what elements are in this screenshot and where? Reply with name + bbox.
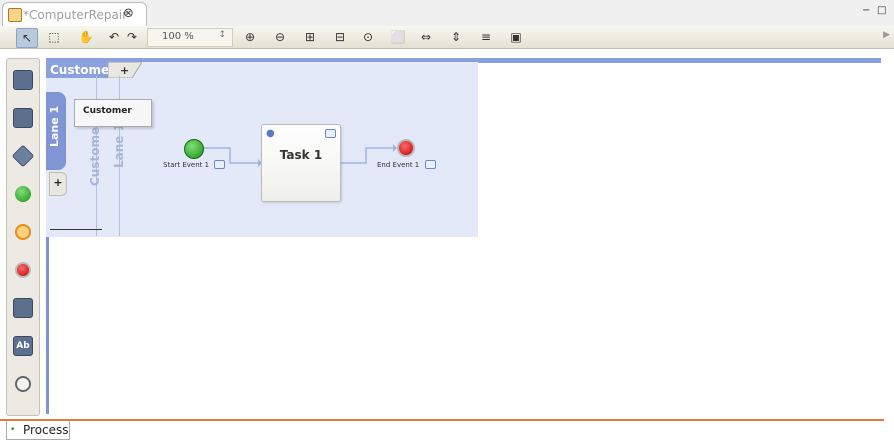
subprocess-tool-icon xyxy=(13,298,33,318)
lane-add-button[interactable]: + xyxy=(49,172,67,196)
end-event-tool[interactable] xyxy=(10,257,36,283)
start-event-tool-icon xyxy=(15,186,31,202)
tool-palette: Ab xyxy=(6,58,40,416)
distribute-horizontal-button[interactable]: ⇔ xyxy=(416,28,436,46)
zoom-fit-icon: ⊞ xyxy=(304,30,316,44)
pan-tool-button[interactable]: ✋ xyxy=(76,28,96,46)
vertical-lane-text: Lane 1 xyxy=(112,123,126,168)
pool-add-icon[interactable]: + xyxy=(108,62,142,78)
distribute-horizontal-icon: ⇔ xyxy=(420,30,432,44)
reset-view-icon: ⬜ xyxy=(390,30,406,44)
gateway-tool[interactable] xyxy=(10,143,36,169)
lane-label: Lane 1 xyxy=(48,105,61,147)
zoom-value: 100 % xyxy=(162,31,194,42)
zoom-selection-icon: ⊙ xyxy=(362,30,374,44)
zoom-page-button[interactable]: ⊟ xyxy=(330,28,350,46)
timer-event-tool[interactable] xyxy=(10,371,36,397)
zoom-spinner[interactable]: 100 % ↕ xyxy=(147,28,233,47)
undo-button[interactable]: ↶ xyxy=(104,28,124,46)
zoom-in-button[interactable]: ⊕ xyxy=(240,28,260,46)
marquee-tool-button[interactable]: ⬚ xyxy=(44,28,64,46)
pool-label[interactable]: Customer xyxy=(46,62,115,78)
end-event[interactable] xyxy=(397,139,415,157)
subprocess-tool[interactable] xyxy=(10,295,36,321)
undo-icon: ↶ xyxy=(108,30,120,44)
process-file-icon xyxy=(8,8,22,22)
timer-event-tool-icon xyxy=(15,376,31,392)
zoom-fit-button[interactable]: ⊞ xyxy=(300,28,320,46)
distribute-vertical-button[interactable]: ⇕ xyxy=(446,28,466,46)
text-annotation-tool-icon: Ab xyxy=(13,336,33,356)
editor-tab-title: *ComputerRepair xyxy=(23,8,128,22)
comment-icon[interactable] xyxy=(214,160,225,169)
start-event-tool[interactable] xyxy=(10,181,36,207)
message-event-tool[interactable] xyxy=(10,219,36,245)
vertical-pool-text: Customer xyxy=(88,120,102,186)
lane-tool[interactable] xyxy=(10,105,36,131)
select-tool-icon: ↖ xyxy=(21,31,33,45)
start-event-label: Start Event 1 xyxy=(163,161,210,169)
minimize-icon[interactable]: − xyxy=(862,5,870,16)
zoom-selection-button[interactable]: ⊙ xyxy=(358,28,378,46)
save-icon: ▣ xyxy=(510,30,522,44)
gateway-tool-icon xyxy=(11,144,35,168)
zoom-page-icon: ⊟ xyxy=(334,30,346,44)
align-button[interactable]: ≡ xyxy=(476,28,496,46)
zoom-out-button[interactable]: ⊖ xyxy=(270,28,290,46)
process-icon: • xyxy=(10,425,16,435)
process-tab-label: Process xyxy=(23,423,69,437)
redo-icon: ↷ xyxy=(126,30,138,44)
active-tab-indicator xyxy=(0,419,884,421)
reset-view-button[interactable]: ⬜ xyxy=(388,28,408,46)
task-label: Task 1 xyxy=(279,148,323,162)
comment-icon[interactable] xyxy=(425,160,436,169)
redo-button[interactable]: ↷ xyxy=(122,28,142,46)
end-event-tool-icon xyxy=(15,262,31,278)
comment-icon[interactable] xyxy=(325,129,336,138)
select-tool-button[interactable]: ↖ xyxy=(16,28,38,48)
pool-tool-icon xyxy=(13,70,33,90)
process-tab[interactable]: • Process xyxy=(6,421,70,440)
save-image-button[interactable]: ▣ xyxy=(506,28,526,46)
lane-divider xyxy=(50,229,102,230)
zoom-out-icon: ⊖ xyxy=(274,30,286,44)
distribute-vertical-icon: ⇕ xyxy=(450,30,462,44)
task-1[interactable]: ● Task 1 xyxy=(261,124,341,202)
marquee-tool-icon: ⬚ xyxy=(48,30,60,44)
lane-tab[interactable]: Lane 1 xyxy=(46,92,66,170)
start-event[interactable] xyxy=(184,139,204,159)
pool-tool[interactable] xyxy=(10,67,36,93)
tooltip: Customer xyxy=(74,99,152,127)
diagram-toolbar: ↖ ⬚ ✋ ↶ ↷ 100 % ↕ ⊕ ⊖ ⊞ ⊟ ⊙ ⬜ ⇔ ⇕ ≡ ▣ ▶ xyxy=(0,26,894,49)
spinner-arrows-icon[interactable]: ↕ xyxy=(218,30,226,40)
maximize-icon[interactable]: □ xyxy=(877,5,886,16)
editor-tab-computerrepair[interactable]: *ComputerRepair ⊗ xyxy=(2,2,147,27)
lane-tool-icon xyxy=(13,108,33,128)
text-annotation-tool[interactable]: Ab xyxy=(10,333,36,359)
editor-tab-bar: *ComputerRepair ⊗ − □ xyxy=(0,0,894,27)
pan-tool-icon: ✋ xyxy=(78,30,94,44)
pool-plus-label: + xyxy=(120,64,129,77)
message-event-tool-icon xyxy=(15,224,31,240)
zoom-in-icon: ⊕ xyxy=(244,30,256,44)
end-event-label: End Event 1 xyxy=(377,161,420,169)
tooltip-text: Customer xyxy=(83,106,132,116)
user-task-icon: ● xyxy=(266,128,275,139)
close-icon[interactable]: ⊗ xyxy=(123,6,134,21)
toolbar-overflow-icon[interactable]: ▶ xyxy=(883,30,890,40)
align-icon: ≡ xyxy=(480,30,492,44)
